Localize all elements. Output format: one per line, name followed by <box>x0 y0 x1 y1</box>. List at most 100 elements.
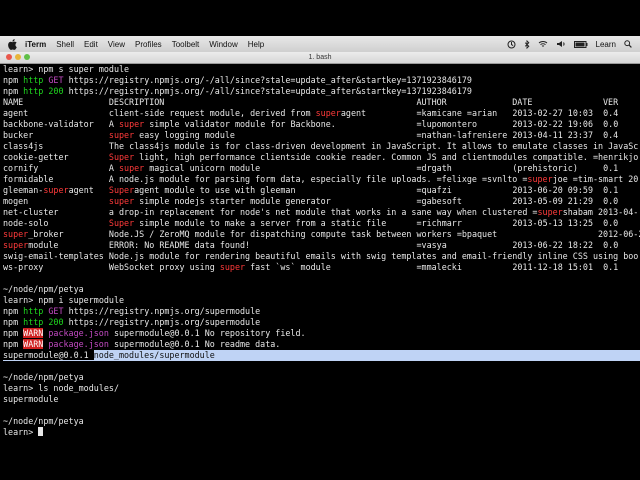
result-name: gleeman-superagent <box>3 185 94 195</box>
result-author: =kamicane =arian <box>416 108 498 118</box>
status-icon[interactable] <box>507 40 516 49</box>
menu-view[interactable]: View <box>108 40 125 49</box>
result-date: 2013-02-22 19:06 <box>512 119 594 129</box>
terminal-line: learn> ls node_modules/ <box>3 383 640 394</box>
ls-output: supermodule <box>3 394 59 404</box>
menu-shell[interactable]: Shell <box>56 40 74 49</box>
prompt: learn> <box>3 383 34 393</box>
npm-label: npm <box>3 75 24 85</box>
result-name: ws-proxy <box>3 262 44 272</box>
result-name: class4js <box>3 141 44 151</box>
menu-help[interactable]: Help <box>248 40 264 49</box>
search-result-row: backbone-validator A super simple valida… <box>3 119 640 130</box>
terminal-output[interactable]: learn> npm s super module npm http GET h… <box>0 64 640 444</box>
result-name: net-cluster <box>3 207 59 217</box>
http-status: 200 <box>48 317 64 327</box>
volume-icon[interactable] <box>556 40 566 48</box>
npm-label: npm <box>3 339 24 349</box>
zoom-button[interactable] <box>24 54 30 60</box>
terminal-line: npm http 200 https://registry.npmjs.org/… <box>3 317 640 328</box>
search-result-row: net-cluster a drop-in replacement for no… <box>3 207 640 218</box>
result-date: (prehistoric) <box>512 163 578 173</box>
result-name: agent <box>3 108 29 118</box>
result-description: ERROR: No README data found! <box>108 240 251 250</box>
result-version: 0.1 <box>603 163 619 173</box>
search-results-header: NAME DESCRIPTION AUTHOR DATE VER <box>3 97 619 107</box>
result-name: mogen <box>3 196 29 206</box>
terminal-line: learn> npm s super module <box>3 64 640 75</box>
wifi-icon[interactable] <box>538 40 548 48</box>
menu-bar: iTerm Shell Edit View Profiles Toolbelt … <box>0 36 640 52</box>
prompt: learn> <box>3 427 34 437</box>
result-name: backbone-validator <box>3 119 94 129</box>
warn-file: package.json <box>43 328 109 338</box>
install-result-line[interactable]: supermodule@0.0.1 node_modules/supermodu… <box>3 350 640 361</box>
http-method: GET <box>48 75 64 85</box>
result-description: WebSocket proxy using super fast `ws` mo… <box>108 262 331 272</box>
search-result-row: mogen super simple nodejs starter module… <box>3 196 640 207</box>
search-result-row: ws-proxy WebSocket proxy using super fas… <box>3 262 640 273</box>
menu-toolbelt[interactable]: Toolbelt <box>172 40 200 49</box>
search-result-row: cornify A super magical unicorn module =… <box>3 163 640 174</box>
result-date: 2012-06-20 12:43 <box>598 229 640 239</box>
result-author: =quafzi <box>416 185 452 195</box>
result-author: =vasya <box>416 240 447 250</box>
http-url: https://registry.npmjs.org/-/all/since?s… <box>63 75 472 85</box>
result-description: A super magical unicorn module <box>108 163 261 173</box>
http-label: http <box>23 306 44 316</box>
command-text: ls node_modules/ <box>33 383 119 393</box>
screen-bottom <box>0 444 640 480</box>
result-description: super simple nodejs starter module gener… <box>108 196 331 206</box>
search-result-row: super_broker Node.JS / ZeroMQ module for… <box>3 229 640 240</box>
result-date: 2011-12-18 15:01 <box>512 262 593 272</box>
warn-badge: WARN <box>23 339 44 349</box>
search-result-row: swig-email-templates Node.js module for … <box>3 251 640 262</box>
search-icon[interactable] <box>624 40 632 48</box>
menu-profiles[interactable]: Profiles <box>135 40 162 49</box>
window-titlebar[interactable]: 1. bash <box>0 52 640 64</box>
warn-message: supermodule@0.0.1 No readme data. <box>108 339 281 349</box>
npm-label: npm <box>3 86 24 96</box>
warn-line: npm WARN package.json supermodule@0.0.1 … <box>3 339 640 350</box>
result-author: =gabesoft <box>416 196 462 206</box>
window-title: 1. bash <box>308 54 332 61</box>
result-name: cookie-getter <box>3 152 69 162</box>
battery-icon[interactable] <box>573 40 588 48</box>
result-name: formidable <box>3 174 54 184</box>
result-name: swig-email-templates <box>3 251 104 261</box>
close-button[interactable] <box>6 54 12 60</box>
menu-app-iterm[interactable]: iTerm <box>25 40 46 49</box>
text-cursor <box>38 427 44 436</box>
result-description: Superagent module to use with gleeman <box>108 185 296 195</box>
minimize-button[interactable] <box>15 54 21 60</box>
prompt: learn> <box>3 64 34 74</box>
result-version: 0.0 <box>603 196 619 206</box>
apple-icon[interactable] <box>8 38 17 50</box>
result-version: 0.1 <box>603 185 619 195</box>
search-result-row: gleeman-superagent Superagent module to … <box>3 185 640 196</box>
http-url: https://registry.npmjs.org/-/all/since?s… <box>63 86 472 96</box>
command-text: npm i supermodule <box>33 295 125 305</box>
result-description: Node.JS / ZeroMQ module for dispatching … <box>108 229 498 239</box>
search-result-row: formidable A node.js module for parsing … <box>3 174 640 185</box>
result-description: client-side request module, derived from… <box>108 108 367 118</box>
search-result-row: agent client-side request module, derive… <box>3 108 640 119</box>
bluetooth-icon[interactable] <box>524 39 530 49</box>
result-description: Super simple module to make a server fro… <box>108 218 387 228</box>
menu-window[interactable]: Window <box>209 40 237 49</box>
result-description: A super simple validator module for Back… <box>108 119 336 129</box>
npm-label: npm <box>3 317 24 327</box>
warn-line: npm WARN package.json supermodule@0.0.1 … <box>3 328 640 339</box>
http-label: http <box>23 86 44 96</box>
result-version: 0.4 <box>603 130 619 140</box>
menu-user[interactable]: Learn <box>596 40 616 49</box>
result-description: super easy logging module <box>108 130 235 140</box>
terminal-line[interactable]: learn> <box>3 427 640 438</box>
warn-message: supermodule@0.0.1 No repository field. <box>108 328 306 338</box>
warn-file: package.json <box>43 339 109 349</box>
menu-edit[interactable]: Edit <box>84 40 98 49</box>
search-result-row: node-solo Super simple module to make a … <box>3 218 640 229</box>
